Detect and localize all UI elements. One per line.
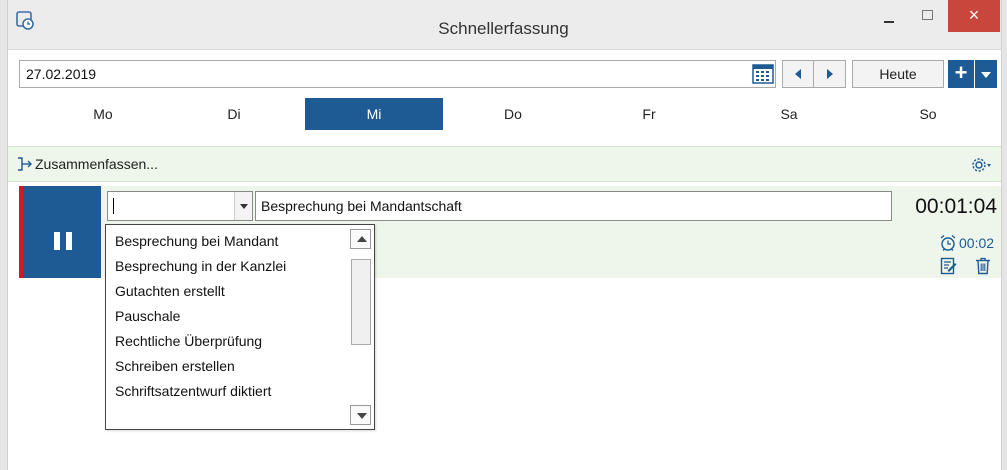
alarm-time: 00:02: [959, 235, 995, 251]
tab-monday[interactable]: Mo: [34, 98, 172, 130]
scroll-down-button[interactable]: [350, 405, 371, 425]
list-item[interactable]: Schreiben erstellen: [115, 358, 235, 374]
calendar-icon[interactable]: [752, 63, 774, 85]
tab-wednesday[interactable]: Mi: [305, 98, 443, 130]
description-field[interactable]: Besprechung bei Mandantschaft: [255, 191, 892, 221]
maximize-icon: [922, 10, 933, 20]
edit-icon[interactable]: [940, 257, 958, 275]
title-bar[interactable]: Schnellerfassung ×: [0, 0, 1007, 50]
tab-sunday[interactable]: So: [859, 98, 997, 130]
dropdown-scrollbar[interactable]: [350, 229, 372, 425]
chevron-right-icon: [827, 69, 833, 79]
close-icon: ×: [968, 5, 980, 25]
window-right-border: [1001, 0, 1007, 470]
quick-entry-window: Schnellerfassung × 27.02.2019 Heute + Mo…: [0, 0, 1007, 470]
scroll-up-button[interactable]: [350, 229, 371, 249]
close-button[interactable]: ×: [948, 0, 1000, 32]
minimize-button[interactable]: [868, 4, 908, 32]
list-item[interactable]: Besprechung bei Mandant: [115, 233, 278, 249]
chevron-down-icon: [240, 204, 248, 209]
elapsed-time: 00:01:04: [915, 195, 997, 218]
chevron-down-icon: [357, 413, 367, 419]
gear-dropdown-icon[interactable]: [970, 154, 992, 176]
window-title: Schnellerfassung: [438, 19, 569, 38]
toolbar: Zusammenfassen...: [8, 146, 1001, 182]
chevron-up-icon: [357, 236, 367, 242]
date-field[interactable]: 27.02.2019: [19, 60, 776, 88]
scroll-thumb[interactable]: [351, 259, 371, 345]
next-day-button[interactable]: [814, 61, 845, 87]
previous-day-button[interactable]: [783, 61, 814, 87]
activity-combobox[interactable]: [107, 191, 253, 221]
merge-arrow-icon: [18, 157, 32, 171]
list-item[interactable]: Pauschale: [115, 308, 180, 324]
pause-button[interactable]: [23, 186, 101, 278]
today-button[interactable]: Heute: [852, 60, 944, 88]
tab-saturday[interactable]: Sa: [720, 98, 858, 130]
add-entry-button[interactable]: +: [948, 60, 974, 88]
tab-friday[interactable]: Fr: [580, 98, 718, 130]
list-item[interactable]: Schriftsatzentwurf diktiert: [115, 383, 271, 399]
plus-icon: +: [954, 60, 968, 85]
merge-button[interactable]: Zusammenfassen...: [35, 156, 158, 172]
chevron-left-icon: [795, 69, 801, 79]
activity-dropdown-button[interactable]: [234, 192, 252, 220]
alarm-clock-icon[interactable]: [939, 234, 957, 252]
maximize-button[interactable]: [908, 4, 948, 32]
list-item[interactable]: Gutachten erstellt: [115, 283, 225, 299]
activity-dropdown-list: Besprechung bei Mandant Besprechung in d…: [105, 224, 375, 430]
minimize-icon: [884, 21, 894, 23]
trash-icon[interactable]: [975, 257, 991, 275]
tab-thursday[interactable]: Do: [444, 98, 582, 130]
list-item[interactable]: Rechtliche Überprüfung: [115, 333, 262, 349]
list-item[interactable]: Besprechung in der Kanzlei: [115, 258, 286, 274]
tab-tuesday[interactable]: Di: [165, 98, 303, 130]
weekday-tabs: Mo Di Mi Do Fr Sa So: [19, 98, 1000, 130]
chevron-down-icon: [981, 72, 991, 78]
text-caret: [113, 198, 114, 214]
date-navigation: [782, 60, 846, 88]
add-entry-menu-button[interactable]: [975, 60, 997, 88]
window-left-border: [0, 0, 8, 470]
